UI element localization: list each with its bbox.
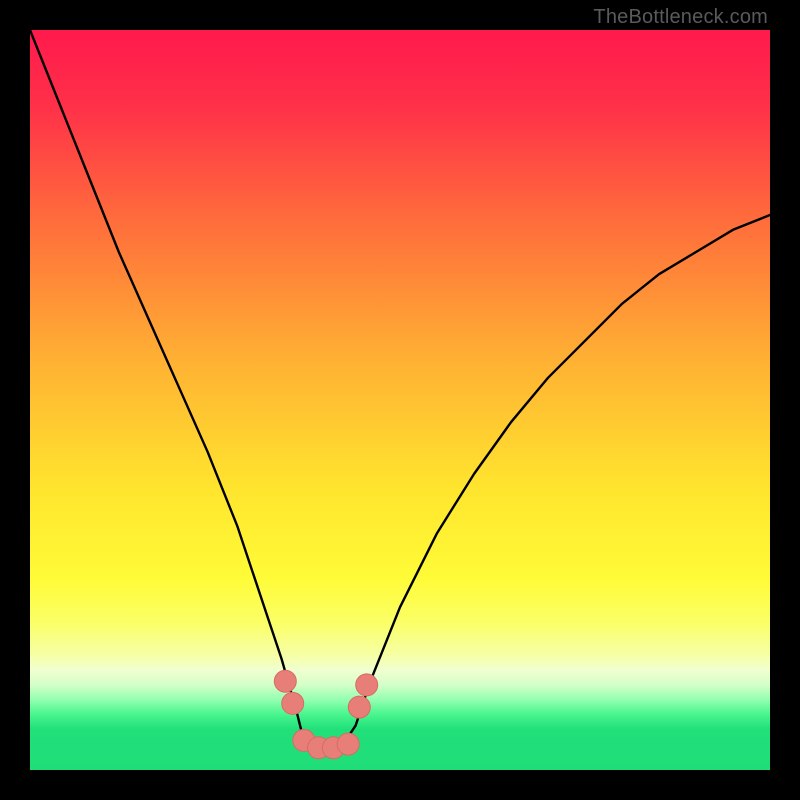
highlight-marker <box>282 692 304 714</box>
highlight-marker <box>274 670 296 692</box>
highlight-marker <box>348 696 370 718</box>
plot-area <box>30 30 770 770</box>
outer-frame: TheBottleneck.com <box>0 0 800 800</box>
bottleneck-curve <box>30 30 770 748</box>
highlighted-points-group <box>274 670 377 759</box>
highlight-marker <box>337 733 359 755</box>
watermark-text: TheBottleneck.com <box>593 6 768 29</box>
chart-svg <box>30 30 770 770</box>
highlight-marker <box>356 674 378 696</box>
